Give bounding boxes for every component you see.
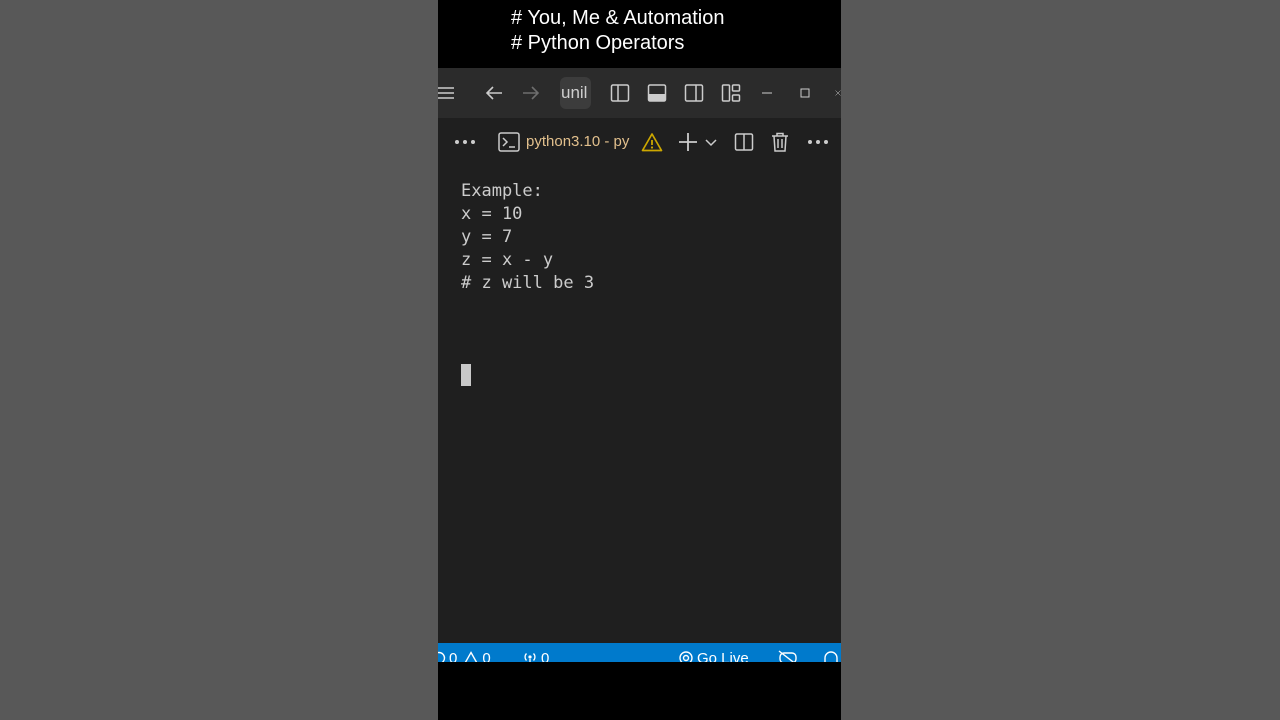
go-live-icon <box>679 651 693 662</box>
caption-overlay: # You, Me & Automation # Python Operator… <box>511 6 725 56</box>
terminal-name-label[interactable]: python3.10 - py <box>526 118 629 166</box>
code-line: x = 10 <box>461 204 523 224</box>
go-live-button[interactable]: Go Live <box>678 648 749 662</box>
close-icon[interactable] <box>835 68 841 118</box>
warning-icon <box>641 118 663 166</box>
toggle-primary-sidebar-icon[interactable] <box>608 68 632 118</box>
notifications-icon[interactable] <box>822 648 840 662</box>
toggle-secondary-sidebar-icon[interactable] <box>682 68 706 118</box>
title-bar: unil <box>438 68 841 118</box>
code-line: z = x - y <box>461 250 554 270</box>
warning-status-icon <box>465 651 478 662</box>
problems-status[interactable]: 0 0 <box>438 648 491 662</box>
command-center-search[interactable]: unil <box>560 77 591 109</box>
chevron-down-icon[interactable] <box>704 118 718 166</box>
customize-layout-icon[interactable] <box>719 68 743 118</box>
forward-arrow-icon[interactable] <box>519 68 543 118</box>
error-count: 0 <box>449 649 458 663</box>
broadcast-icon <box>524 653 536 662</box>
code-block: Example: x = 10 y = 7 z = x - y # z will be … <box>461 180 594 295</box>
back-arrow-icon[interactable] <box>482 68 506 118</box>
split-terminal-icon[interactable] <box>734 118 754 166</box>
terminal-output[interactable]: Example: x = 10 y = 7 z = x - y # z will be … <box>438 166 841 643</box>
terminal-icon <box>498 118 520 166</box>
warning-count: 0 <box>482 649 491 663</box>
code-line: Example: <box>461 181 543 201</box>
toggle-panel-icon[interactable] <box>645 68 669 118</box>
minimize-icon[interactable] <box>760 68 774 118</box>
maximize-icon[interactable] <box>798 68 812 118</box>
more-icon[interactable] <box>454 118 476 166</box>
new-terminal-icon[interactable] <box>677 118 699 166</box>
video-frame: # You, Me & Automation # Python Operator… <box>438 0 841 720</box>
more-actions-icon[interactable] <box>807 118 829 166</box>
terminal-panel-header: python3.10 - py <box>438 118 841 166</box>
error-icon <box>438 651 446 662</box>
code-line: # z will be 3 <box>461 273 595 293</box>
ports-count: 0 <box>541 649 550 663</box>
caption-line-1: # You, Me & Automation <box>511 7 725 29</box>
code-line: y = 7 <box>461 227 513 247</box>
go-live-label: Go Live <box>697 649 749 663</box>
trash-icon[interactable] <box>770 118 790 166</box>
text-cursor <box>461 364 471 386</box>
ports-status[interactable]: 0 <box>522 648 549 662</box>
copilot-icon[interactable] <box>778 648 798 662</box>
caption-line-2: # Python Operators <box>511 32 685 54</box>
menu-icon[interactable] <box>438 68 454 118</box>
status-bar: 0 0 0 Go Live <box>438 643 841 662</box>
